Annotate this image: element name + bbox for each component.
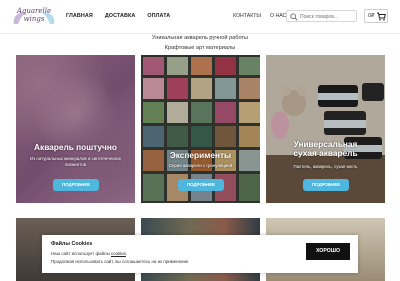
nav-item-contacts[interactable]: КОНТАКТЫ bbox=[233, 13, 261, 19]
cookie-banner: Файлы Cookies Наш сайт использует файлы … bbox=[42, 235, 358, 273]
cart-button[interactable]: 0₽ bbox=[364, 9, 388, 23]
cookie-consent-text: Продолжая использовать сайт, вы соглашае… bbox=[51, 259, 190, 264]
card-subtitle: Серия акварели с грануляцией bbox=[168, 163, 233, 168]
logo-text-line1: Aquarelle bbox=[16, 7, 52, 15]
search-box bbox=[286, 10, 357, 22]
search-icon[interactable] bbox=[290, 13, 298, 21]
cookie-title: Файлы Cookies bbox=[51, 241, 93, 247]
secondary-nav: КОНТАКТЫ О НАС bbox=[233, 13, 286, 19]
logo[interactable]: Aquarelle wings bbox=[10, 7, 58, 27]
card-details-button[interactable]: ПОДРОБНЕЕ bbox=[303, 179, 349, 191]
logo-text: Aquarelle wings bbox=[10, 7, 58, 23]
intro-line-2: Крафтовые арт материалы bbox=[164, 45, 236, 51]
cookie-accept-button[interactable]: ХОРОШО bbox=[306, 243, 350, 260]
nav-item-home[interactable]: ГЛАВНАЯ bbox=[66, 13, 93, 19]
cookie-text-suffix: . bbox=[125, 251, 128, 256]
category-card-single-watercolor[interactable]: Акварель поштучно Из натуральных минерал… bbox=[16, 55, 135, 203]
category-card-experiments[interactable]: Эксперименты Серия акварели с грануляцие… bbox=[141, 55, 260, 203]
category-card-dry-watercolor[interactable]: Универсальная сухая акварель Пастель, ак… bbox=[266, 55, 385, 203]
card-title: Универсальная сухая акварель bbox=[266, 140, 385, 158]
cart-icon bbox=[377, 12, 386, 21]
main-nav: ГЛАВНАЯ ДОСТАВКА ОПЛАТА bbox=[66, 13, 170, 19]
card-subtitle: Из натуральных минералов и синтетических… bbox=[30, 156, 121, 167]
logo-text-line2: wings bbox=[23, 15, 45, 23]
card-title: Эксперименты bbox=[169, 150, 232, 160]
card-details-button[interactable]: ПОДРОБНЕЕ bbox=[53, 179, 99, 191]
page: Aquarelle wings ГЛАВНАЯ ДОСТАВКА ОПЛАТА … bbox=[0, 0, 400, 281]
cookie-text: Наш сайт использует файлы cookies. bbox=[51, 251, 127, 256]
card-subtitle: Пастель, акварель, сухая кисть bbox=[293, 164, 358, 169]
card-details-button[interactable]: ПОДРОБНЕЕ bbox=[178, 179, 224, 191]
nav-item-delivery[interactable]: ДОСТАВКА bbox=[105, 13, 136, 19]
card-title-line2: сухая акварель bbox=[293, 148, 358, 158]
cookie-text-prefix: Наш сайт использует файлы bbox=[51, 251, 111, 256]
card-title: Акварель поштучно bbox=[34, 142, 117, 152]
nav-item-payment[interactable]: ОПЛАТА bbox=[147, 13, 170, 19]
intro-line-1: Уникальная акварель ручной работы bbox=[151, 35, 249, 41]
nav-item-about[interactable]: О НАС bbox=[270, 13, 286, 19]
site-header: Aquarelle wings ГЛАВНАЯ ДОСТАВКА ОПЛАТА … bbox=[0, 0, 400, 34]
cookies-link[interactable]: cookies bbox=[111, 251, 126, 256]
cart-total: 0₽ bbox=[368, 13, 375, 19]
search-input[interactable] bbox=[300, 12, 355, 21]
